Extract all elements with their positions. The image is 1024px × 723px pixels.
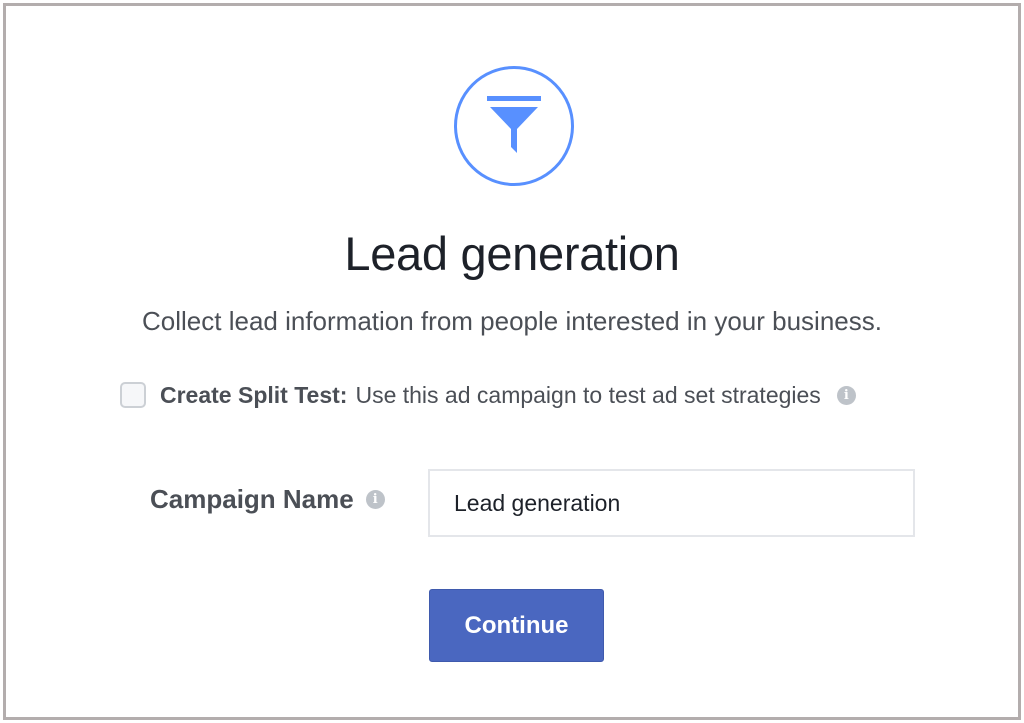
info-icon[interactable]: i (365, 490, 385, 509)
campaign-name-label-row: Campaign Name i (150, 484, 385, 515)
campaign-name-label: Campaign Name (150, 484, 354, 514)
split-test-description: Use this ad campaign to test ad set stra… (355, 381, 821, 408)
funnel-icon (454, 66, 574, 186)
page-subtitle: Collect lead information from people int… (142, 306, 882, 336)
campaign-name-input[interactable] (428, 469, 915, 537)
info-icon[interactable]: i (836, 385, 856, 405)
split-test-checkbox[interactable] (120, 382, 146, 408)
page-title: Lead generation (344, 227, 680, 280)
split-test-label: Create Split Test: (160, 381, 348, 408)
continue-button[interactable]: Continue (429, 589, 604, 662)
split-test-row: Create Split Test: Use this ad campaign … (120, 380, 856, 410)
